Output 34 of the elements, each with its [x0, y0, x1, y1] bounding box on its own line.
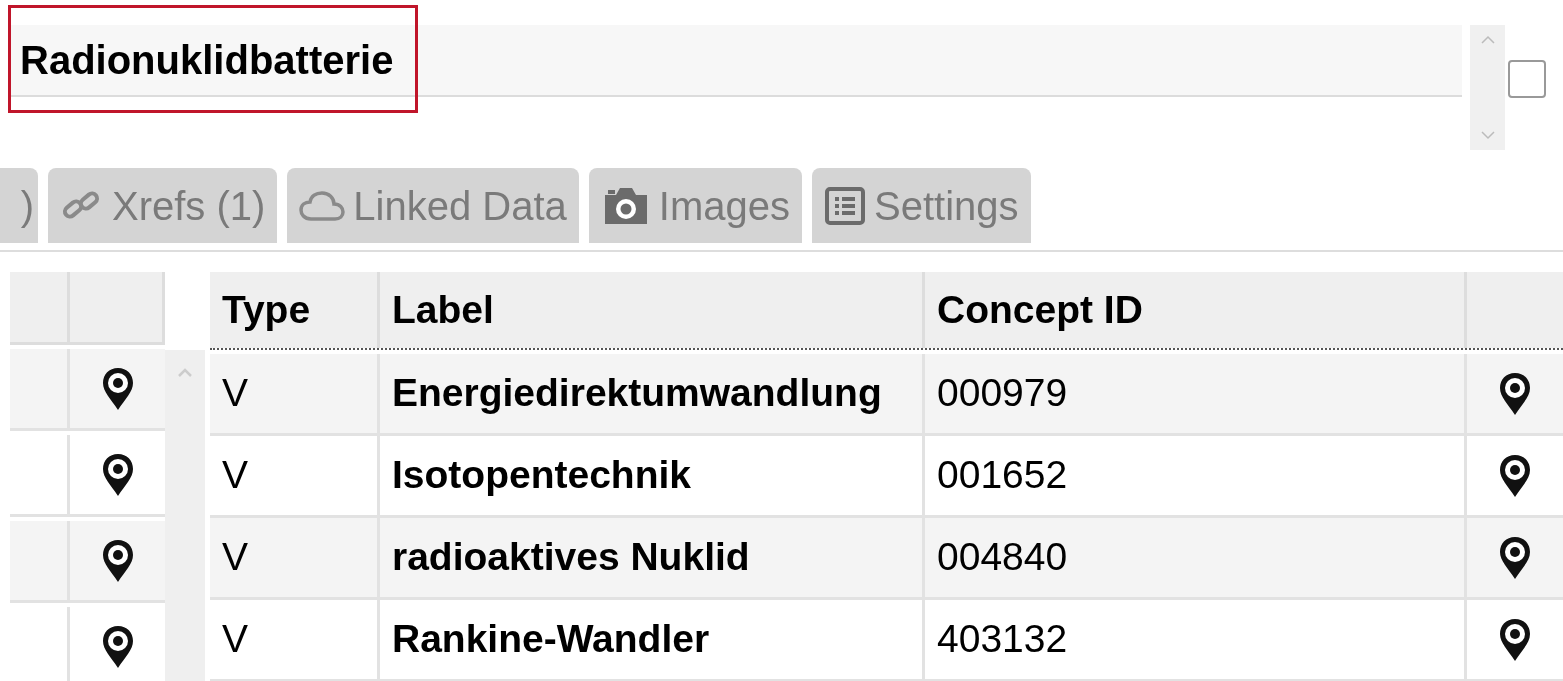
column-header: Type	[210, 272, 380, 348]
title-field[interactable]: Radionuklidbatterie	[10, 25, 1462, 97]
table-cell: 004840	[925, 518, 1467, 597]
tab[interactable]: Linked Data	[287, 168, 579, 243]
column-header: Label	[380, 272, 925, 348]
table-cell: Rankine-Wandler	[380, 600, 925, 679]
map-pin-icon[interactable]	[100, 451, 135, 498]
table-cell: Isotopentechnik	[380, 436, 925, 515]
table-cell: Energiedirektumwandlung	[380, 354, 925, 433]
map-pin-icon[interactable]	[100, 537, 135, 584]
column-header: Concept ID	[925, 272, 1467, 348]
table-cell: V	[210, 600, 380, 679]
map-pin-icon[interactable]	[1498, 534, 1532, 581]
tab[interactable]: Xrefs (1)	[48, 168, 278, 243]
table-cell: radioaktives Nuklid	[380, 518, 925, 597]
map-pin-icon[interactable]	[1498, 452, 1532, 499]
map-pin-icon[interactable]	[1498, 370, 1532, 417]
cloud-icon	[299, 189, 346, 222]
table-cell: V	[210, 518, 380, 597]
table-cell: V	[210, 436, 380, 515]
scrollbar[interactable]	[165, 350, 205, 681]
map-pin-icon[interactable]	[100, 623, 135, 670]
tab[interactable]: Images	[588, 168, 802, 243]
tab[interactable]: Settings	[812, 168, 1031, 243]
table-cell: 403132	[925, 600, 1467, 679]
tab[interactable]: )	[0, 168, 38, 243]
table-cell: 001652	[925, 436, 1467, 515]
map-pin-icon[interactable]	[1498, 616, 1532, 663]
checkbox[interactable]	[1508, 60, 1546, 98]
list-icon	[824, 185, 866, 226]
table-cell: V	[210, 354, 380, 433]
map-pin-icon[interactable]	[100, 365, 135, 412]
table-cell: 000979	[925, 354, 1467, 433]
title-text: Radionuklidbatterie	[20, 37, 394, 84]
